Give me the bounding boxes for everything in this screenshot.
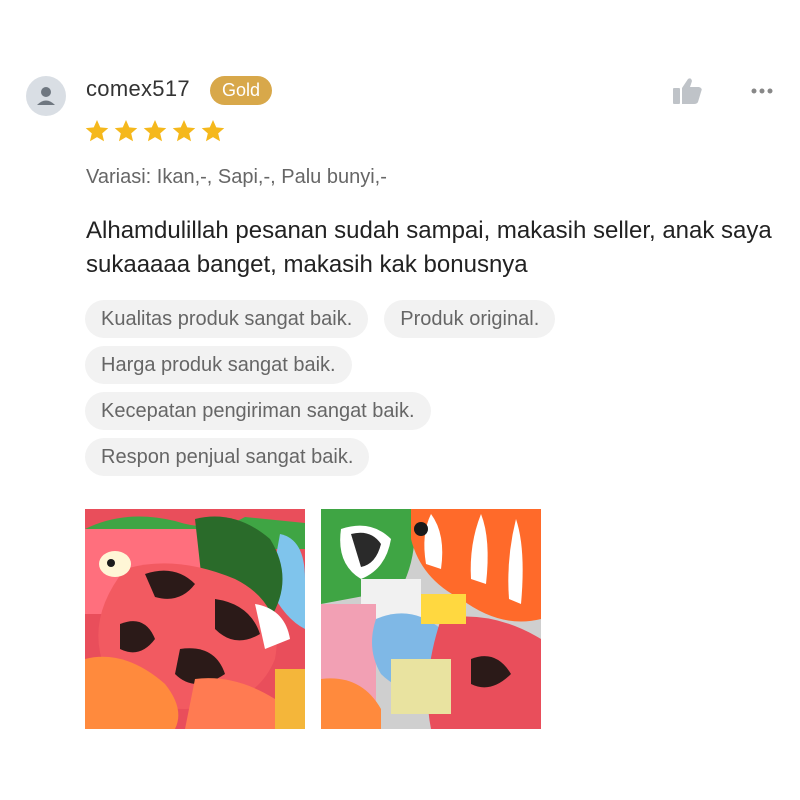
star-icon xyxy=(114,119,138,142)
fish-balloons-image xyxy=(321,509,541,729)
like-button[interactable] xyxy=(672,76,704,106)
variation-text: Variasi: Ikan,-, Sapi,-, Palu bunyi,- xyxy=(86,166,387,188)
more-icon xyxy=(751,88,773,94)
star-icon xyxy=(143,119,167,142)
avatar[interactable] xyxy=(26,76,66,116)
username[interactable]: comex517 xyxy=(86,76,190,102)
review-photo-fish-balloons[interactable] xyxy=(321,509,541,729)
tag-price: Harga produk sangat baik. xyxy=(85,346,352,384)
star-icon xyxy=(172,119,196,142)
star-icon xyxy=(85,119,109,142)
gold-badge: Gold xyxy=(210,76,273,105)
star-icon xyxy=(201,119,225,142)
star-rating xyxy=(84,118,226,144)
thumbs-up-icon xyxy=(673,78,702,104)
review-text: Alhamdulillah pesanan sudah sampai, maka… xyxy=(86,217,772,278)
tag-seller-response: Respon penjual sangat baik. xyxy=(85,438,370,476)
user-icon xyxy=(37,87,55,105)
tag-original-product: Produk original. xyxy=(384,300,556,338)
review-photo-cow-balloons[interactable] xyxy=(85,509,305,729)
cow-balloons-image xyxy=(85,509,305,729)
tag-shipping-speed: Kecepatan pengiriman sangat baik. xyxy=(85,392,431,430)
review-tags: Kualitas produk sangat baik. Produk orig… xyxy=(85,300,765,484)
more-button[interactable] xyxy=(748,84,776,98)
tag-product-quality: Kualitas produk sangat baik. xyxy=(85,300,369,338)
